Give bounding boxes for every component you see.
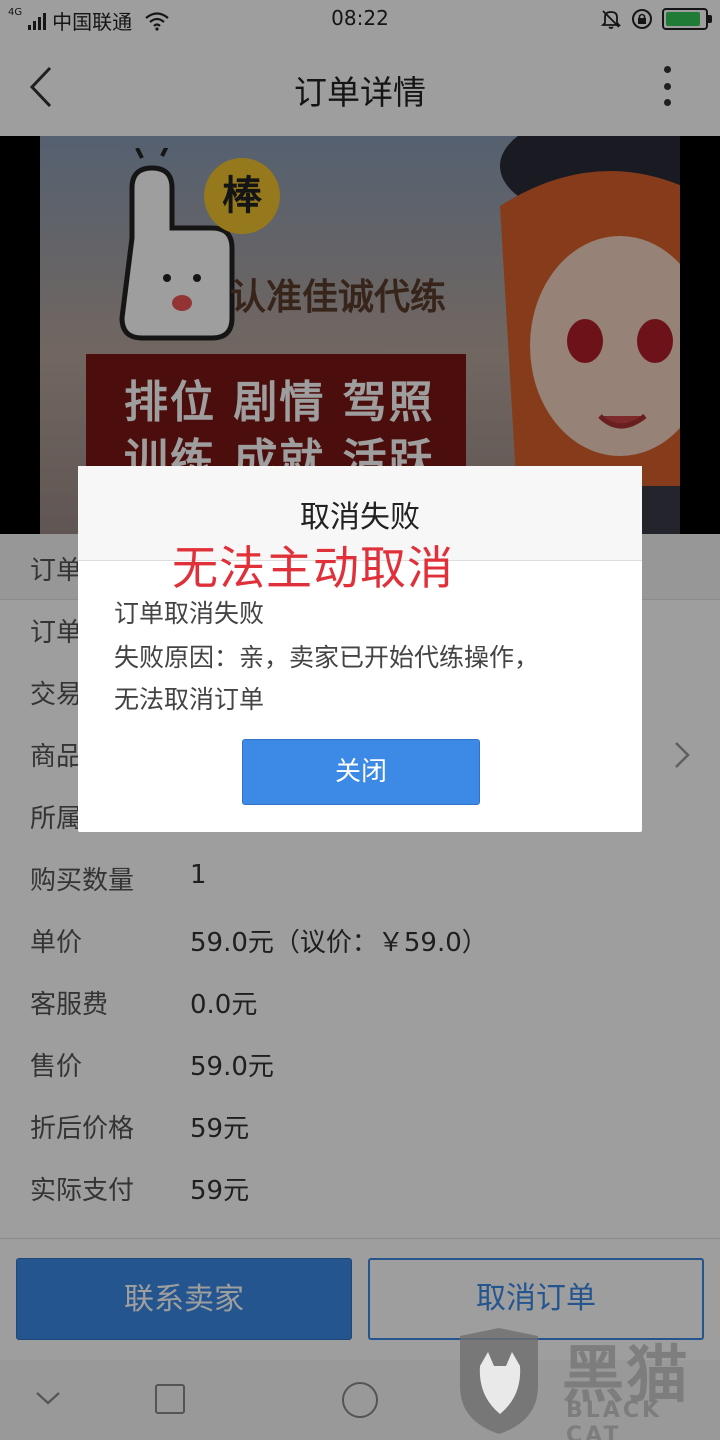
black-cat-watermark: 黑猫 BLACK CAT	[450, 1318, 720, 1440]
watermark-en: BLACK CAT	[566, 1398, 663, 1440]
red-annotation-text: 无法主动取消	[172, 541, 454, 595]
dialog-message-line: 失败原因：亲，卖家已开始代练操作，	[114, 643, 540, 672]
close-button[interactable]: 关闭	[242, 739, 480, 805]
black-cat-logo-icon	[460, 1328, 538, 1434]
dialog-message-line: 无法取消订单	[114, 685, 265, 714]
dialog-title: 取消失败	[300, 500, 420, 535]
cancel-failed-dialog: 取消失败 订单取消失败 失败原因：亲，卖家已开始代练操作， 无法取消订单 关闭	[78, 466, 642, 832]
dialog-message-line: 订单取消失败	[114, 599, 265, 628]
